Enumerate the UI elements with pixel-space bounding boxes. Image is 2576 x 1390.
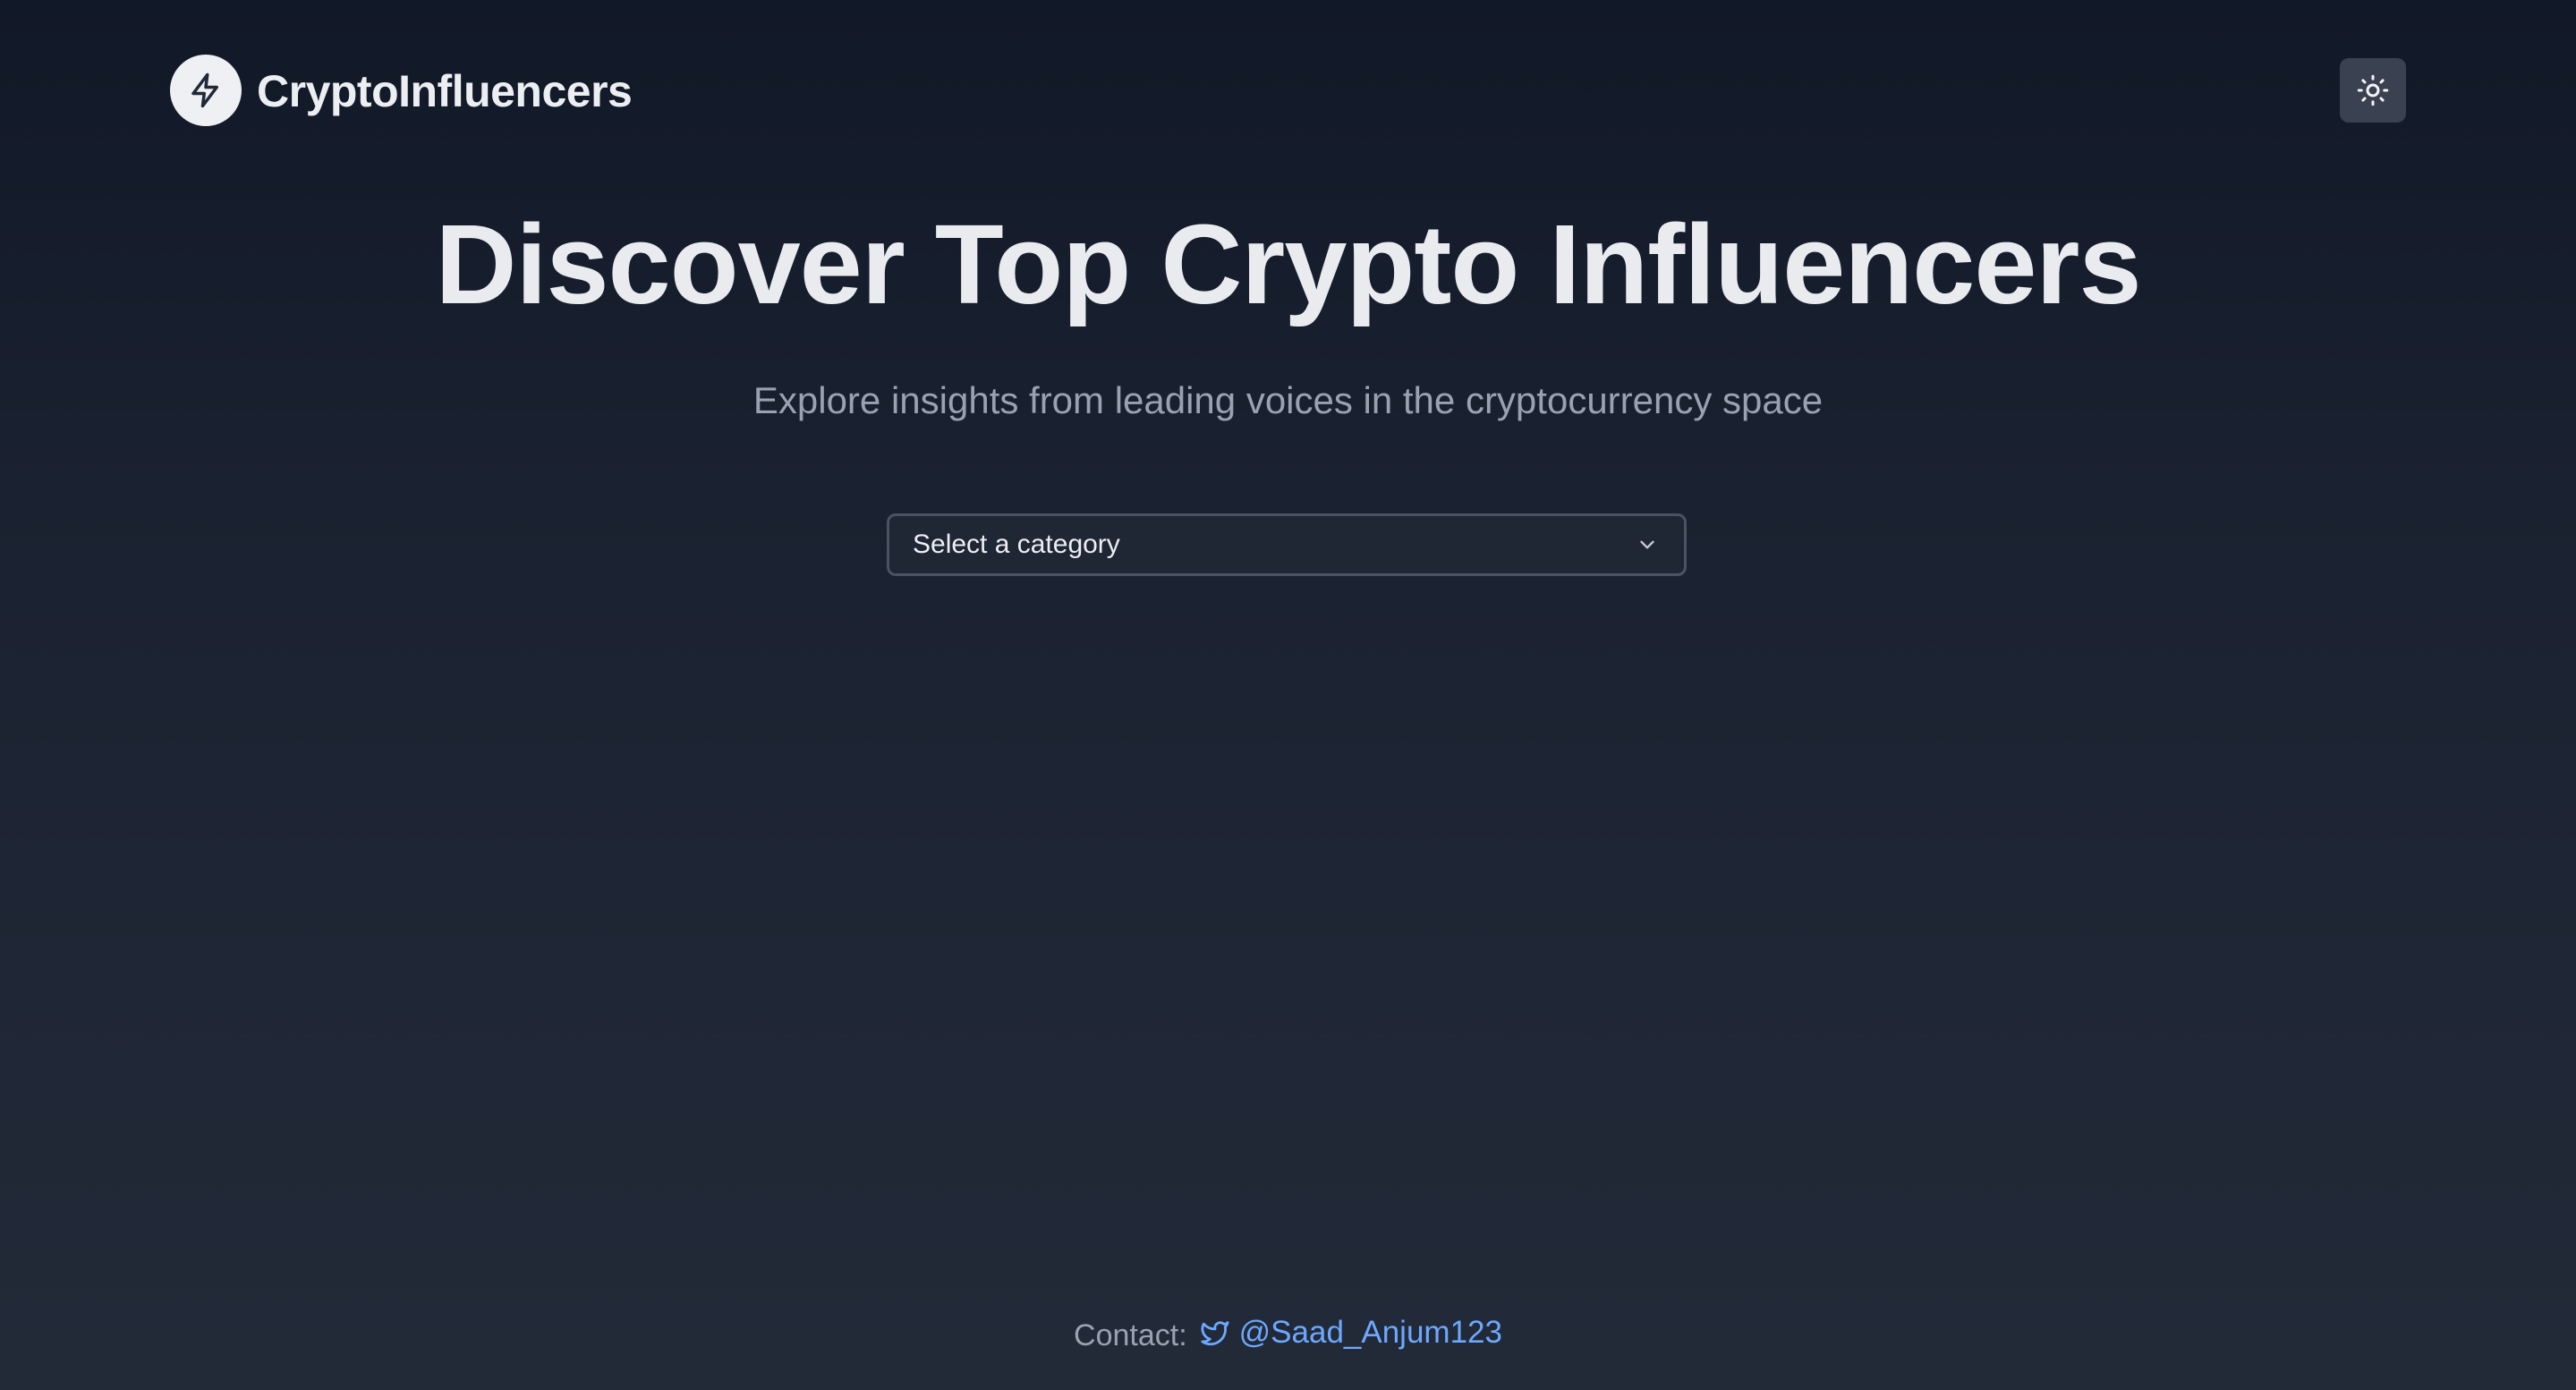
lightning-bolt-icon — [191, 72, 218, 108]
page-title: Discover Top Crypto Influencers — [435, 201, 2141, 327]
contact-label: Contact: — [1074, 1318, 1187, 1352]
sun-icon — [2357, 74, 2389, 106]
twitter-contact-link[interactable]: @Saad_Anjum123 — [1200, 1315, 1502, 1351]
footer: Contact: @Saad_Anjum123 — [0, 1311, 2576, 1353]
theme-toggle-button[interactable] — [2340, 58, 2406, 123]
chevron-down-icon — [1640, 540, 1654, 549]
twitter-icon — [1201, 1320, 1229, 1345]
twitter-handle: @Saad_Anjum123 — [1238, 1314, 1502, 1350]
category-select-value: Select a category — [913, 530, 1120, 559]
category-select[interactable]: Select a category — [887, 513, 1687, 576]
page-subtitle: Explore insights from leading voices in … — [752, 379, 1824, 421]
brand-name[interactable]: CryptoInfluencers — [257, 64, 633, 118]
logo[interactable] — [170, 55, 242, 126]
